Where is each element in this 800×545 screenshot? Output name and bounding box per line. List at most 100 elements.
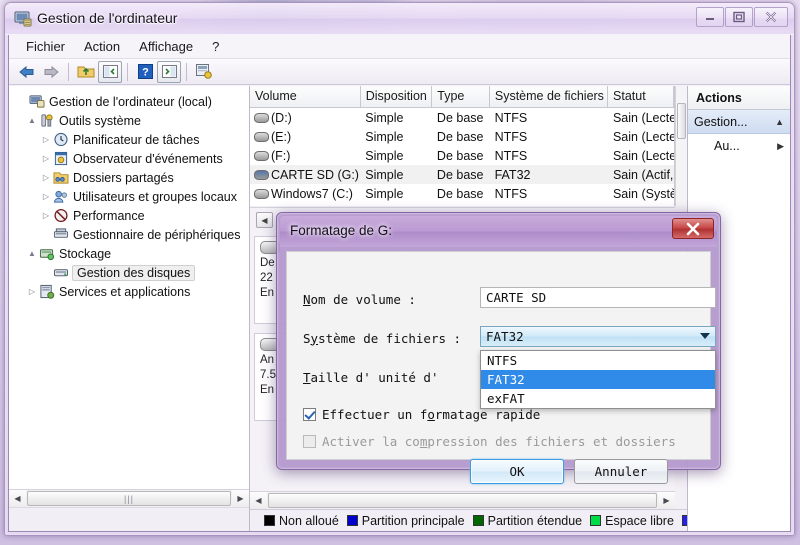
format-dialog-title-bar[interactable]: Formatage de G:: [280, 216, 717, 247]
filesystem-option-fat32[interactable]: FAT32: [481, 370, 715, 389]
table-row[interactable]: Windows7 (C:) Simple De base NTFS Sain (Syst…: [250, 184, 674, 203]
tree-item-3[interactable]: ▷ Observateur d'événements: [9, 149, 249, 168]
quick-format-checkbox-row[interactable]: Effectuer un f o rmatage rapide: [303, 407, 540, 422]
tree-collapse-toggle[interactable]: ▲: [25, 116, 39, 125]
filesystem-option-ntfs[interactable]: NTFS: [481, 351, 715, 370]
forward-arrow-button[interactable]: [39, 61, 63, 83]
volume-column-header-2[interactable]: Type: [432, 86, 490, 107]
action-item-gestion[interactable]: Gestion... ▲: [688, 110, 790, 134]
toolbar-separator-3: [186, 62, 187, 81]
filesystem-cell: NTFS: [494, 129, 528, 144]
menu-affichage[interactable]: Affichage: [130, 36, 202, 57]
tree-item-7[interactable]: Gestionnaire de périphériques: [9, 225, 249, 244]
tree-expand-toggle[interactable]: ▷: [39, 192, 53, 201]
volume-name-label-text: om de volume :: [310, 291, 416, 307]
disk-scroll-up-button[interactable]: ◀: [256, 212, 273, 228]
volume-list-scroll-thumb[interactable]: [677, 103, 686, 139]
table-row[interactable]: CARTE SD (G:) Simple De base FAT32 Sain (Act…: [250, 165, 674, 184]
tree-item-5[interactable]: ▷ Utilisateurs et groupes locaux: [9, 187, 249, 206]
scroll-thumb[interactable]: |||: [27, 491, 231, 506]
filesystem-cell: FAT32: [494, 167, 531, 182]
filesystem-cell: NTFS: [494, 148, 528, 163]
tree-expand-toggle[interactable]: ▷: [39, 173, 53, 182]
disposition-cell: Simple: [365, 186, 404, 201]
volume-name-input[interactable]: CARTE SD: [480, 287, 716, 308]
close-icon: [765, 11, 777, 23]
format-dialog-close-button[interactable]: [672, 218, 714, 239]
show-action-pane-button[interactable]: [157, 60, 181, 83]
enable-compression-label-b: pression des fichiers et dossiers: [427, 434, 676, 449]
scroll-left-arrow[interactable]: ◀: [9, 490, 26, 507]
volume-column-header-3[interactable]: Système de fichiers: [490, 86, 609, 107]
show-hide-console-tree-icon: [102, 65, 118, 78]
volume-disk-icon: [254, 188, 269, 199]
up-folder-button[interactable]: [74, 61, 98, 83]
shared-folders-icon: [53, 170, 70, 186]
back-arrow-button[interactable]: [15, 61, 39, 83]
tree-item-label: Dossiers partagés: [73, 170, 174, 185]
type-cell: De base: [436, 167, 484, 182]
menu-action[interactable]: Action: [75, 36, 129, 57]
minimize-icon: [706, 18, 714, 20]
tree-item-9[interactable]: Gestion des disques: [9, 263, 249, 282]
tree-item-4[interactable]: ▷ Dossiers partagés: [9, 168, 249, 187]
volume-column-header-1[interactable]: Disposition: [361, 86, 433, 107]
ok-button[interactable]: OK: [470, 459, 564, 484]
menu-fichier[interactable]: Fichier: [17, 36, 74, 57]
show-console-tree-button[interactable]: [98, 60, 122, 83]
tree-expand-toggle[interactable]: ▷: [25, 287, 39, 296]
tree-item-0[interactable]: Gestion de l'ordinateur (local): [9, 92, 249, 111]
status-cell: Sain (Actif,: [612, 167, 674, 182]
filesystem-label-text: stème de fichiers :: [318, 330, 462, 346]
disk-scroll-thumb[interactable]: [268, 493, 657, 508]
tree-item-8[interactable]: ▲ Stockage: [9, 244, 249, 263]
tree-item-label: Observateur d'événements: [73, 151, 223, 166]
tree-item-label: Planificateur de tâches: [73, 132, 200, 147]
action-item-autres[interactable]: Au... ▶: [688, 134, 790, 158]
allocation-accesskey: T: [303, 369, 311, 385]
table-row[interactable]: (E:) Simple De base NTFS Sain (Lecte: [250, 127, 674, 146]
tree-item-label: Gestion des disques: [72, 264, 196, 281]
tree-horizontal-scrollbar[interactable]: ◀ ||| ▶: [9, 489, 249, 507]
quick-format-checkbox[interactable]: [303, 408, 316, 421]
status-cell: Sain (Lecte: [612, 148, 675, 163]
enable-compression-checkbox: [303, 435, 316, 448]
scroll-right-arrow[interactable]: ▶: [232, 490, 249, 507]
filesystem-accesskey: y: [310, 330, 319, 346]
window-controls: [695, 7, 788, 27]
tree-collapse-toggle[interactable]: ▲: [25, 249, 39, 258]
window-title: Gestion de l'ordinateur: [37, 10, 178, 26]
tree-item-1[interactable]: ▲ Outils système: [9, 111, 249, 130]
volume-column-header-4[interactable]: Statut: [608, 86, 674, 107]
filesystem-combobox[interactable]: FAT32: [480, 326, 716, 347]
disk-view-horizontal-scrollbar[interactable]: ◀ ▶: [250, 491, 675, 509]
tree-item-6[interactable]: ▷ Performance: [9, 206, 249, 225]
cancel-button[interactable]: Annuler: [574, 459, 668, 484]
quick-format-label-a: Effectuer un f: [322, 407, 428, 422]
storage-icon: [39, 246, 56, 262]
help-button[interactable]: ?: [133, 61, 157, 83]
menu-help[interactable]: ?: [203, 36, 228, 57]
tree-item-2[interactable]: ▷ Planificateur de tâches: [9, 130, 249, 149]
tree-expand-toggle[interactable]: ▷: [39, 154, 53, 163]
window-title-bar[interactable]: Gestion de l'ordinateur: [5, 3, 794, 35]
menu-bar: Fichier Action Affichage ?: [9, 35, 790, 59]
tree-expand-toggle[interactable]: ▷: [39, 211, 53, 220]
event-viewer-icon: [53, 151, 70, 167]
refresh-button[interactable]: [192, 61, 216, 83]
tree-item-10[interactable]: ▷ Services et applications: [9, 282, 249, 301]
table-row[interactable]: (F:) Simple De base NTFS Sain (Lecte: [250, 146, 674, 165]
volume-list-vertical-scrollbar[interactable]: [675, 86, 687, 206]
filesystem-option-exfat[interactable]: exFAT: [481, 389, 715, 408]
type-cell: De base: [436, 129, 484, 144]
minimize-button[interactable]: [696, 7, 724, 27]
maximize-button[interactable]: [725, 7, 753, 27]
disk-scroll-left-arrow[interactable]: ◀: [250, 492, 267, 509]
close-button[interactable]: [754, 7, 788, 27]
volume-column-header-0[interactable]: Volume: [250, 86, 361, 107]
action-item-gestion-label: Gestion...: [694, 114, 748, 129]
disk-scroll-right-arrow[interactable]: ▶: [658, 492, 675, 509]
table-row[interactable]: (D:) Simple De base NTFS Sain (Lecte: [250, 108, 674, 127]
filesystem-dropdown-list[interactable]: NTFS FAT32 exFAT: [480, 350, 716, 409]
tree-expand-toggle[interactable]: ▷: [39, 135, 53, 144]
